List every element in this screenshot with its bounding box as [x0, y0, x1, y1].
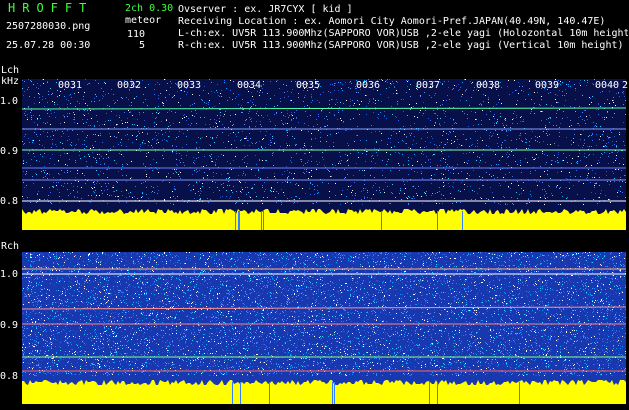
- time-tick: 0033: [177, 80, 202, 91]
- time-tick: 0038: [476, 80, 501, 91]
- rch-ytick-1: 1.0: [0, 269, 19, 280]
- station-info: Ovserver : ex. JR7CYX [ kid ] Receiving …: [178, 4, 628, 52]
- rch-ytick-2: 0.9: [0, 320, 19, 331]
- channel-mode: 2ch 0.30: [125, 3, 174, 14]
- lch-unit: kHz: [1, 76, 20, 87]
- lch-line: L-ch:ex. UV5R 113.900Mhz(SAPPORO VOR)USB…: [178, 28, 628, 39]
- meteor-count-lch: 110: [126, 29, 145, 40]
- lch-ytick-2: 0.9: [0, 146, 19, 157]
- meteor-label: meteor: [125, 15, 162, 26]
- file-name: 2507280030.png: [6, 21, 91, 32]
- lch-ytick-1: 1.0: [0, 96, 19, 107]
- time-tick: 0031: [58, 80, 83, 91]
- rch-ytick-3: 0.8: [0, 371, 19, 382]
- rch-spectrogram-image: [22, 252, 626, 404]
- rch-spectrogram: [22, 252, 626, 404]
- observer-line: Ovserver : ex. JR7CYX [ kid ]: [178, 4, 353, 15]
- lch-spectrogram: [22, 79, 626, 230]
- app-brand: HROFFT: [8, 1, 94, 15]
- time-tick: 0037: [416, 80, 441, 91]
- time-tick: 0040: [595, 80, 620, 91]
- time-tick: 0034: [237, 80, 262, 91]
- date-time: 25.07.28 00:30: [6, 40, 91, 51]
- time-tick: 0032: [117, 80, 142, 91]
- rch-label: Rch: [1, 241, 20, 252]
- location-line: Receiving Location : ex. Aomori City Aom…: [178, 16, 606, 27]
- lch-label: Lch: [1, 65, 20, 76]
- lch-spectrogram-image: [22, 79, 626, 230]
- lch-ytick-3: 0.8: [0, 196, 19, 207]
- time-tick: 0035: [296, 80, 321, 91]
- time-tick: 2: [622, 80, 629, 91]
- time-tick: 0036: [356, 80, 381, 91]
- meteor-count-rch: 5: [138, 40, 145, 51]
- time-tick: 0039: [535, 80, 560, 91]
- rch-line: R-ch:ex. UV5R 113.900Mhz(SAPPORO VOR)USB…: [178, 40, 624, 51]
